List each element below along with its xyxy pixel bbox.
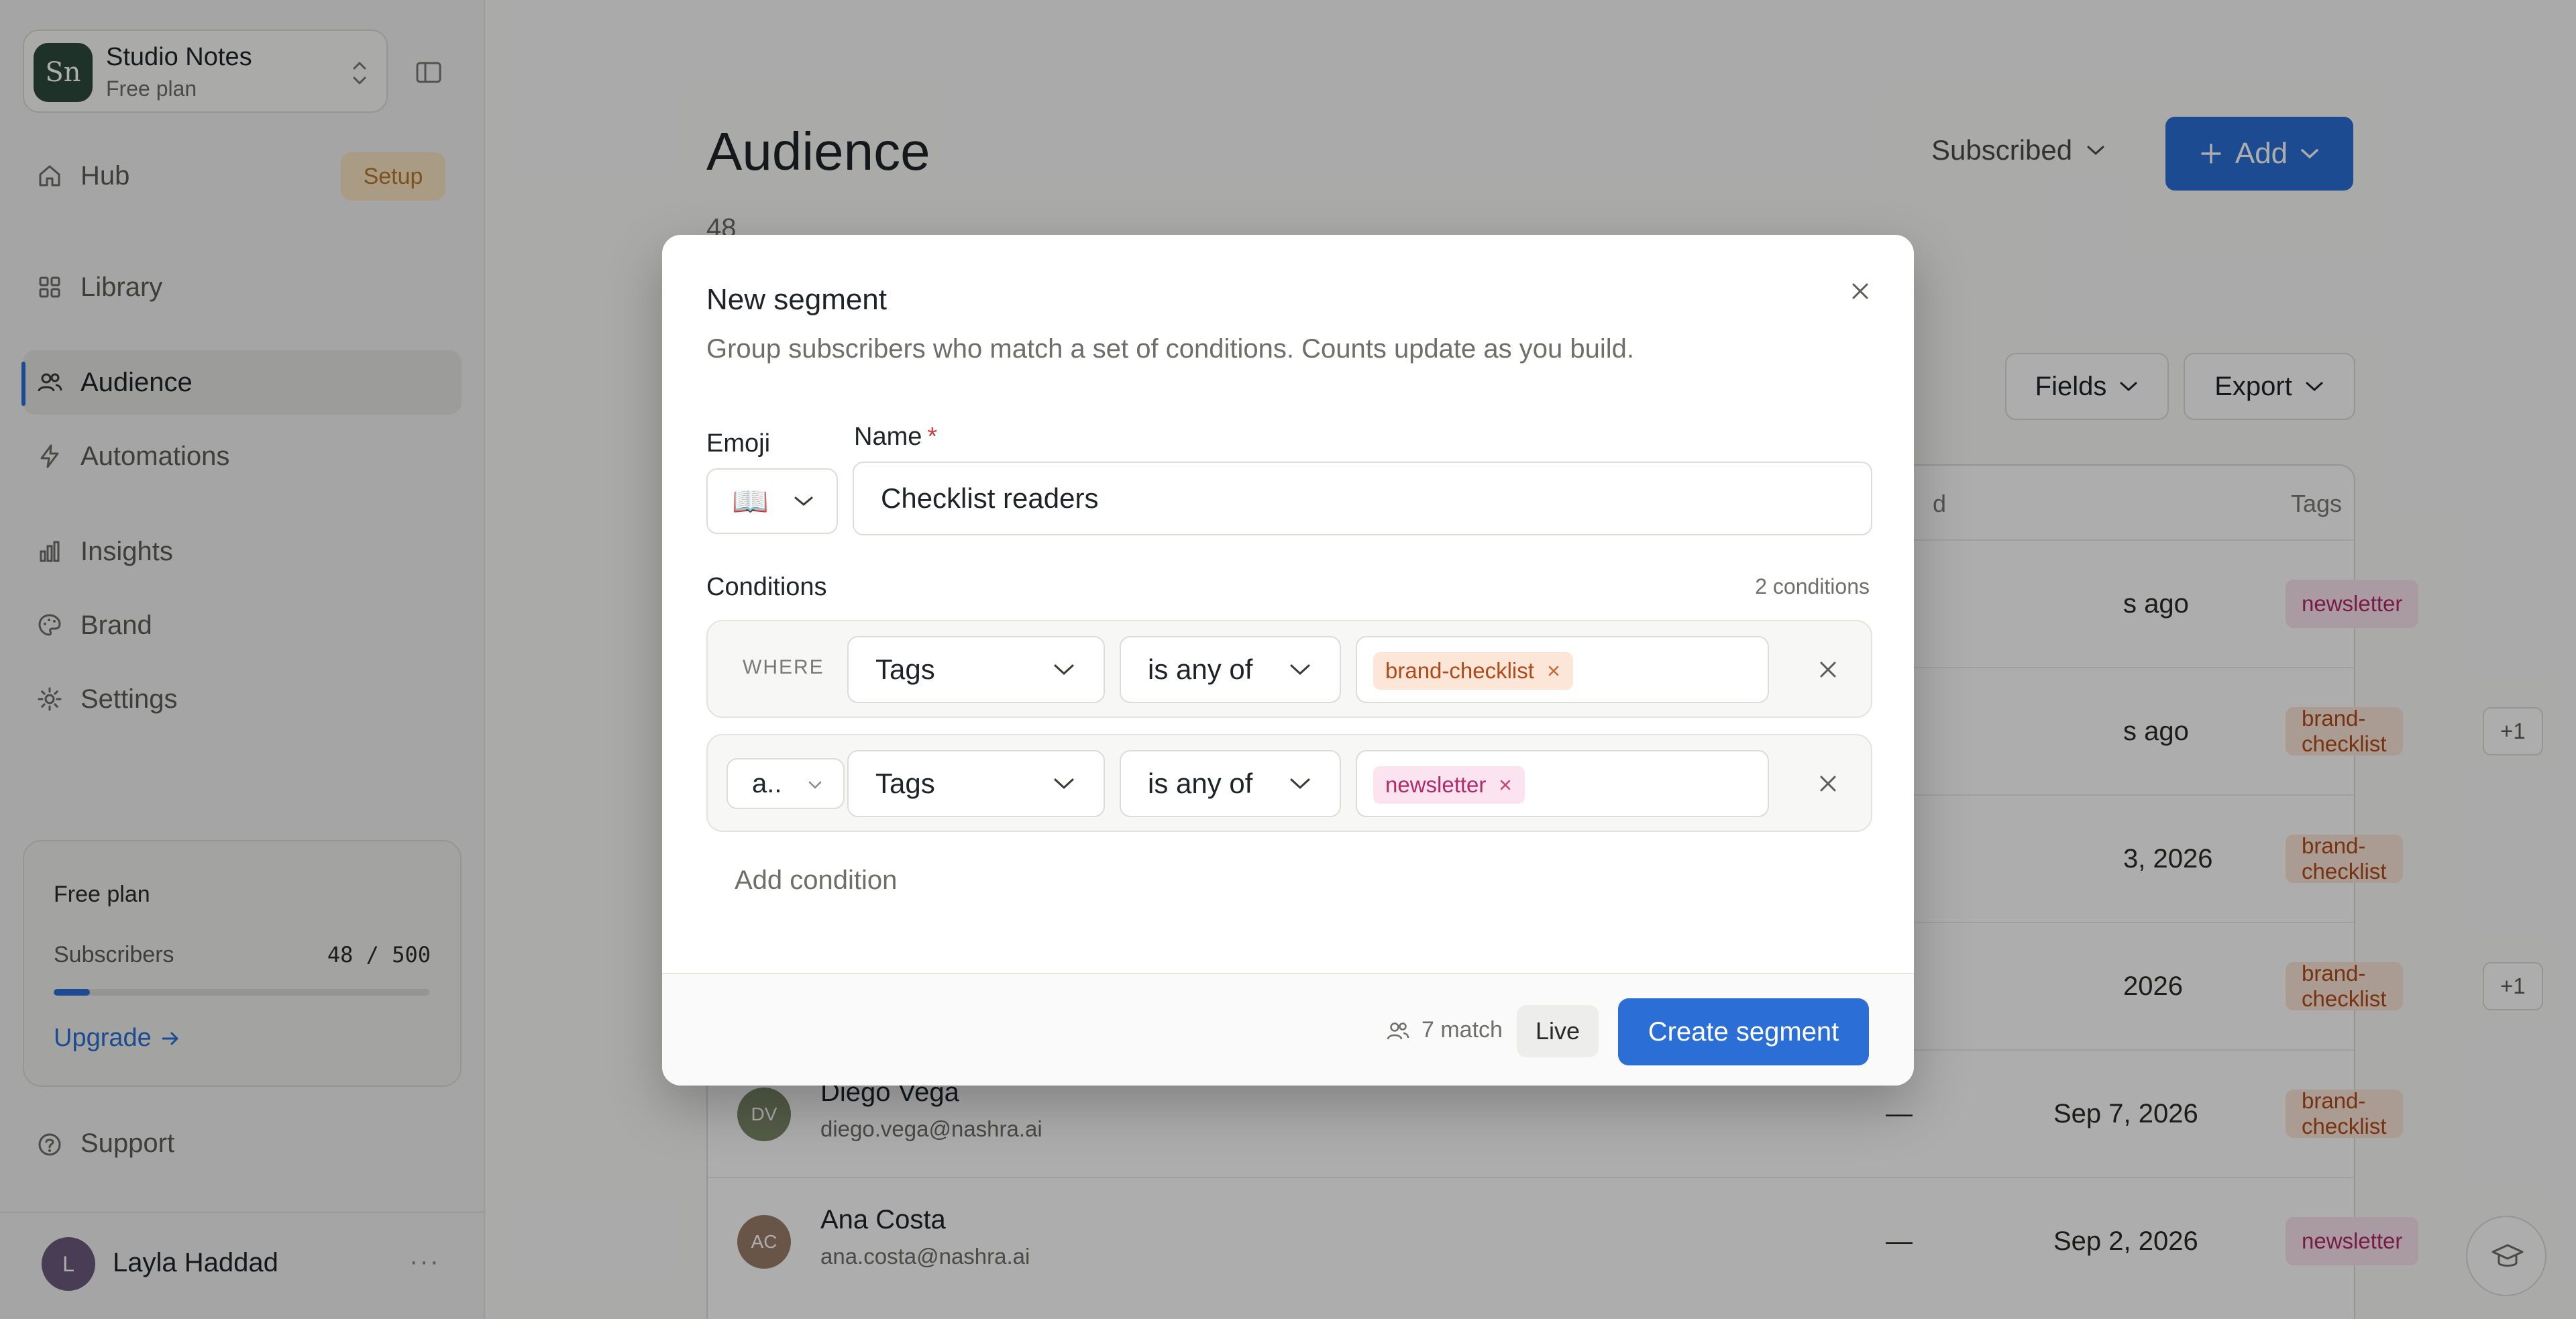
where-label: WHERE [743,656,824,678]
join-operator-value: a.. [752,768,782,798]
chevron-down-icon [1053,662,1075,678]
operator-select-value: is any of [1148,653,1253,685]
operator-select[interactable]: is any of [1120,636,1341,703]
chevron-down-icon [793,494,814,508]
field-select-value: Tags [875,768,935,799]
close-icon[interactable] [1841,272,1879,310]
condition-row: a.. Tags is any of newsletter [706,734,1872,832]
chevron-down-icon [1289,662,1311,678]
field-select[interactable]: Tags [847,750,1105,817]
field-select-value: Tags [875,653,935,685]
chip-label: newsletter [1385,772,1487,797]
segment-name-input[interactable]: Checklist readers [853,462,1872,535]
value-chip: newsletter [1373,766,1525,804]
dialog-title: New segment [706,283,888,316]
remove-chip-icon[interactable] [1498,778,1513,792]
live-badge: Live [1517,1005,1599,1057]
emoji-label: Emoji [706,429,771,458]
remove-condition-icon[interactable] [1815,656,1841,683]
users-icon [1385,1019,1411,1042]
remove-condition-icon[interactable] [1815,770,1841,797]
chevron-down-icon [1053,776,1075,792]
field-select[interactable]: Tags [847,636,1105,703]
name-label: Name * [854,423,937,452]
name-label-text: Name [854,423,922,451]
add-condition-button[interactable]: Add condition [735,865,897,896]
remove-chip-icon[interactable] [1546,664,1561,678]
book-emoji: 📖 [732,485,769,518]
required-marker: * [927,423,938,451]
dialog-subtitle: Group subscribers who match a set of con… [706,334,1634,364]
app-root: Sn Studio Notes Free plan Hub Setup Libr… [0,0,2576,1319]
chevron-down-icon [1289,776,1311,792]
chevron-down-icon [807,780,823,790]
match-count-text: 7 match [1421,1017,1503,1043]
join-operator-select[interactable]: a.. [727,758,845,809]
value-multiselect[interactable]: newsletter [1356,750,1769,817]
new-segment-dialog: New segment Group subscribers who match … [662,235,1914,1086]
chip-label: brand-checklist [1385,658,1534,683]
emoji-picker[interactable]: 📖 [706,468,838,534]
condition-row: WHERE Tags is any of brand-checklist [706,620,1872,718]
value-chip: brand-checklist [1373,652,1573,690]
operator-select[interactable]: is any of [1120,750,1341,817]
operator-select-value: is any of [1148,768,1253,799]
conditions-count: 2 conditions [1755,574,1870,598]
dialog-footer: 7 match Live Create segment [662,973,1914,1086]
value-multiselect[interactable]: brand-checklist [1356,636,1769,703]
match-count: 7 match [1385,1017,1503,1043]
create-segment-button[interactable]: Create segment [1618,998,1869,1065]
conditions-label: Conditions [706,573,827,601]
